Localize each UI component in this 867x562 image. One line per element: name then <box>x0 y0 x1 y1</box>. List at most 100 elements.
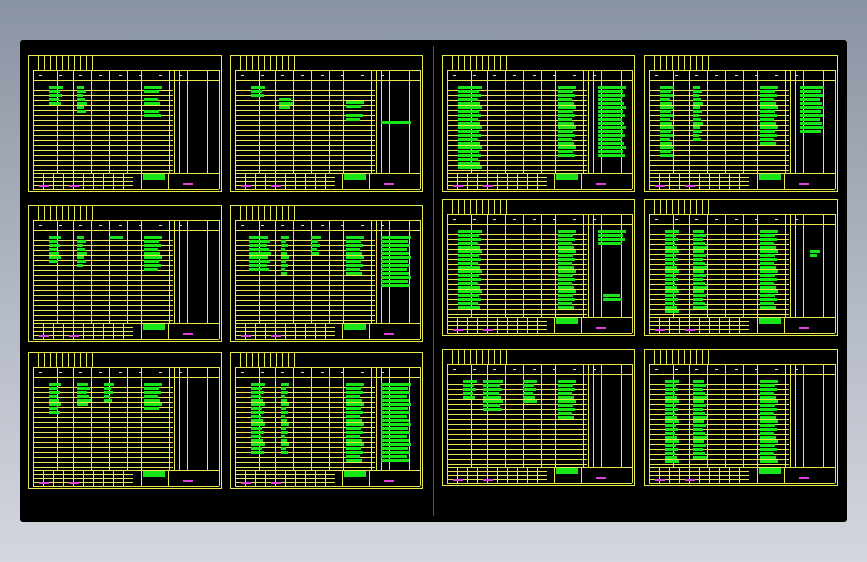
frame-vertical-line <box>255 470 256 486</box>
process-text-block <box>381 395 407 398</box>
title-block-stamp <box>556 468 578 474</box>
frame-vertical-line <box>63 173 64 189</box>
frame-horizontal-line <box>235 80 420 81</box>
drawing-sheet-12[interactable] <box>644 349 838 486</box>
drawing-sheet-8[interactable] <box>644 55 838 192</box>
drawing-sheet-2[interactable] <box>230 55 423 192</box>
title-block-stamp <box>344 471 366 477</box>
process-text-block <box>558 404 573 407</box>
column-heading-mark <box>695 369 698 370</box>
process-text-block <box>693 138 701 141</box>
process-text-block <box>381 236 411 239</box>
frame-horizontal-line <box>33 305 173 306</box>
process-text-block <box>49 240 58 243</box>
column-heading-mark <box>493 219 496 220</box>
process-text-block <box>281 256 289 259</box>
process-text-block <box>458 262 478 265</box>
process-text-block <box>381 407 408 410</box>
process-text-block <box>144 98 158 101</box>
annotation-mark <box>685 329 695 331</box>
process-text-block <box>458 234 479 237</box>
frame-horizontal-line <box>235 125 375 126</box>
frame-horizontal-line <box>447 224 632 225</box>
drawing-sheet-11[interactable] <box>442 349 635 486</box>
process-text-block <box>49 244 60 247</box>
frame-vertical-line <box>315 323 316 339</box>
process-text-block <box>458 250 482 253</box>
frame-horizontal-line <box>235 486 420 487</box>
column-heading-mark <box>381 75 384 76</box>
column-heading-mark <box>533 75 536 76</box>
frame-vertical-line <box>91 367 92 470</box>
frame-horizontal-line <box>33 189 219 190</box>
sheet-header-cells <box>33 56 93 70</box>
process-text-block <box>665 274 676 277</box>
process-text-block <box>760 408 777 411</box>
drawing-sheet-7[interactable] <box>442 55 635 192</box>
process-text-block <box>665 436 677 439</box>
process-text-block <box>693 122 703 125</box>
drawing-sheet-1[interactable] <box>28 55 222 192</box>
process-text-block <box>249 264 267 267</box>
frame-vertical-line <box>293 220 294 323</box>
process-text-block <box>558 384 573 387</box>
drawing-sheet-6[interactable] <box>230 352 423 489</box>
process-text-block <box>558 246 574 249</box>
process-text-block <box>381 423 411 426</box>
process-text-block <box>281 395 285 398</box>
frame-vertical-line <box>265 173 266 189</box>
column-heading-mark <box>361 225 364 226</box>
process-text-block <box>693 440 704 443</box>
frame-horizontal-line <box>33 470 219 471</box>
process-text-block <box>523 392 533 395</box>
process-text-block <box>760 306 776 309</box>
drawing-sheet-9[interactable] <box>442 199 635 336</box>
process-text-block <box>693 302 705 305</box>
frame-horizontal-line <box>235 165 375 166</box>
frame-vertical-line <box>719 173 720 189</box>
process-text-block <box>144 240 159 243</box>
frame-vertical-line <box>265 323 266 339</box>
annotation-mark <box>655 329 665 331</box>
process-text-block <box>346 105 361 108</box>
process-text-block <box>760 290 778 293</box>
frame-vertical-line <box>689 364 690 467</box>
frame-vertical-line <box>467 317 468 333</box>
frame-vertical-line <box>785 364 786 467</box>
frame-vertical-line <box>835 214 836 333</box>
process-text-block <box>144 407 159 410</box>
drawing-sheet-10[interactable] <box>644 199 838 336</box>
drawing-sheet-4[interactable] <box>230 205 423 342</box>
drawing-sheet-3[interactable] <box>28 205 222 342</box>
drawing-sheet-5[interactable] <box>28 352 222 489</box>
frame-horizontal-line <box>33 315 173 316</box>
column-heading-mark <box>493 369 496 370</box>
process-text-block <box>760 448 777 451</box>
frame-horizontal-line <box>235 220 420 221</box>
frame-vertical-line <box>53 173 54 189</box>
frame-horizontal-line <box>235 140 375 141</box>
frame-vertical-line <box>583 214 584 317</box>
process-text-block <box>598 114 625 117</box>
frame-horizontal-line <box>235 150 375 151</box>
process-text-block <box>760 138 774 141</box>
column-heading-mark <box>795 219 798 220</box>
frame-vertical-line <box>91 220 92 323</box>
process-text-block <box>665 294 676 297</box>
process-text-block <box>251 86 265 89</box>
process-text-block <box>144 391 161 394</box>
frame-vertical-line <box>739 173 740 189</box>
process-text-block <box>458 114 481 117</box>
column-heading-mark <box>139 225 142 226</box>
frame-vertical-line <box>581 173 582 189</box>
column-heading-mark <box>655 75 658 76</box>
frame-horizontal-line <box>235 275 375 276</box>
process-text-block <box>77 106 84 109</box>
title-block-stamp <box>344 174 366 180</box>
process-text-block <box>144 110 159 113</box>
frame-horizontal-line <box>235 300 375 301</box>
frame-vertical-line <box>790 214 791 317</box>
process-text-block <box>311 252 319 255</box>
frame-horizontal-line <box>447 459 587 460</box>
column-heading-mark <box>39 75 42 76</box>
